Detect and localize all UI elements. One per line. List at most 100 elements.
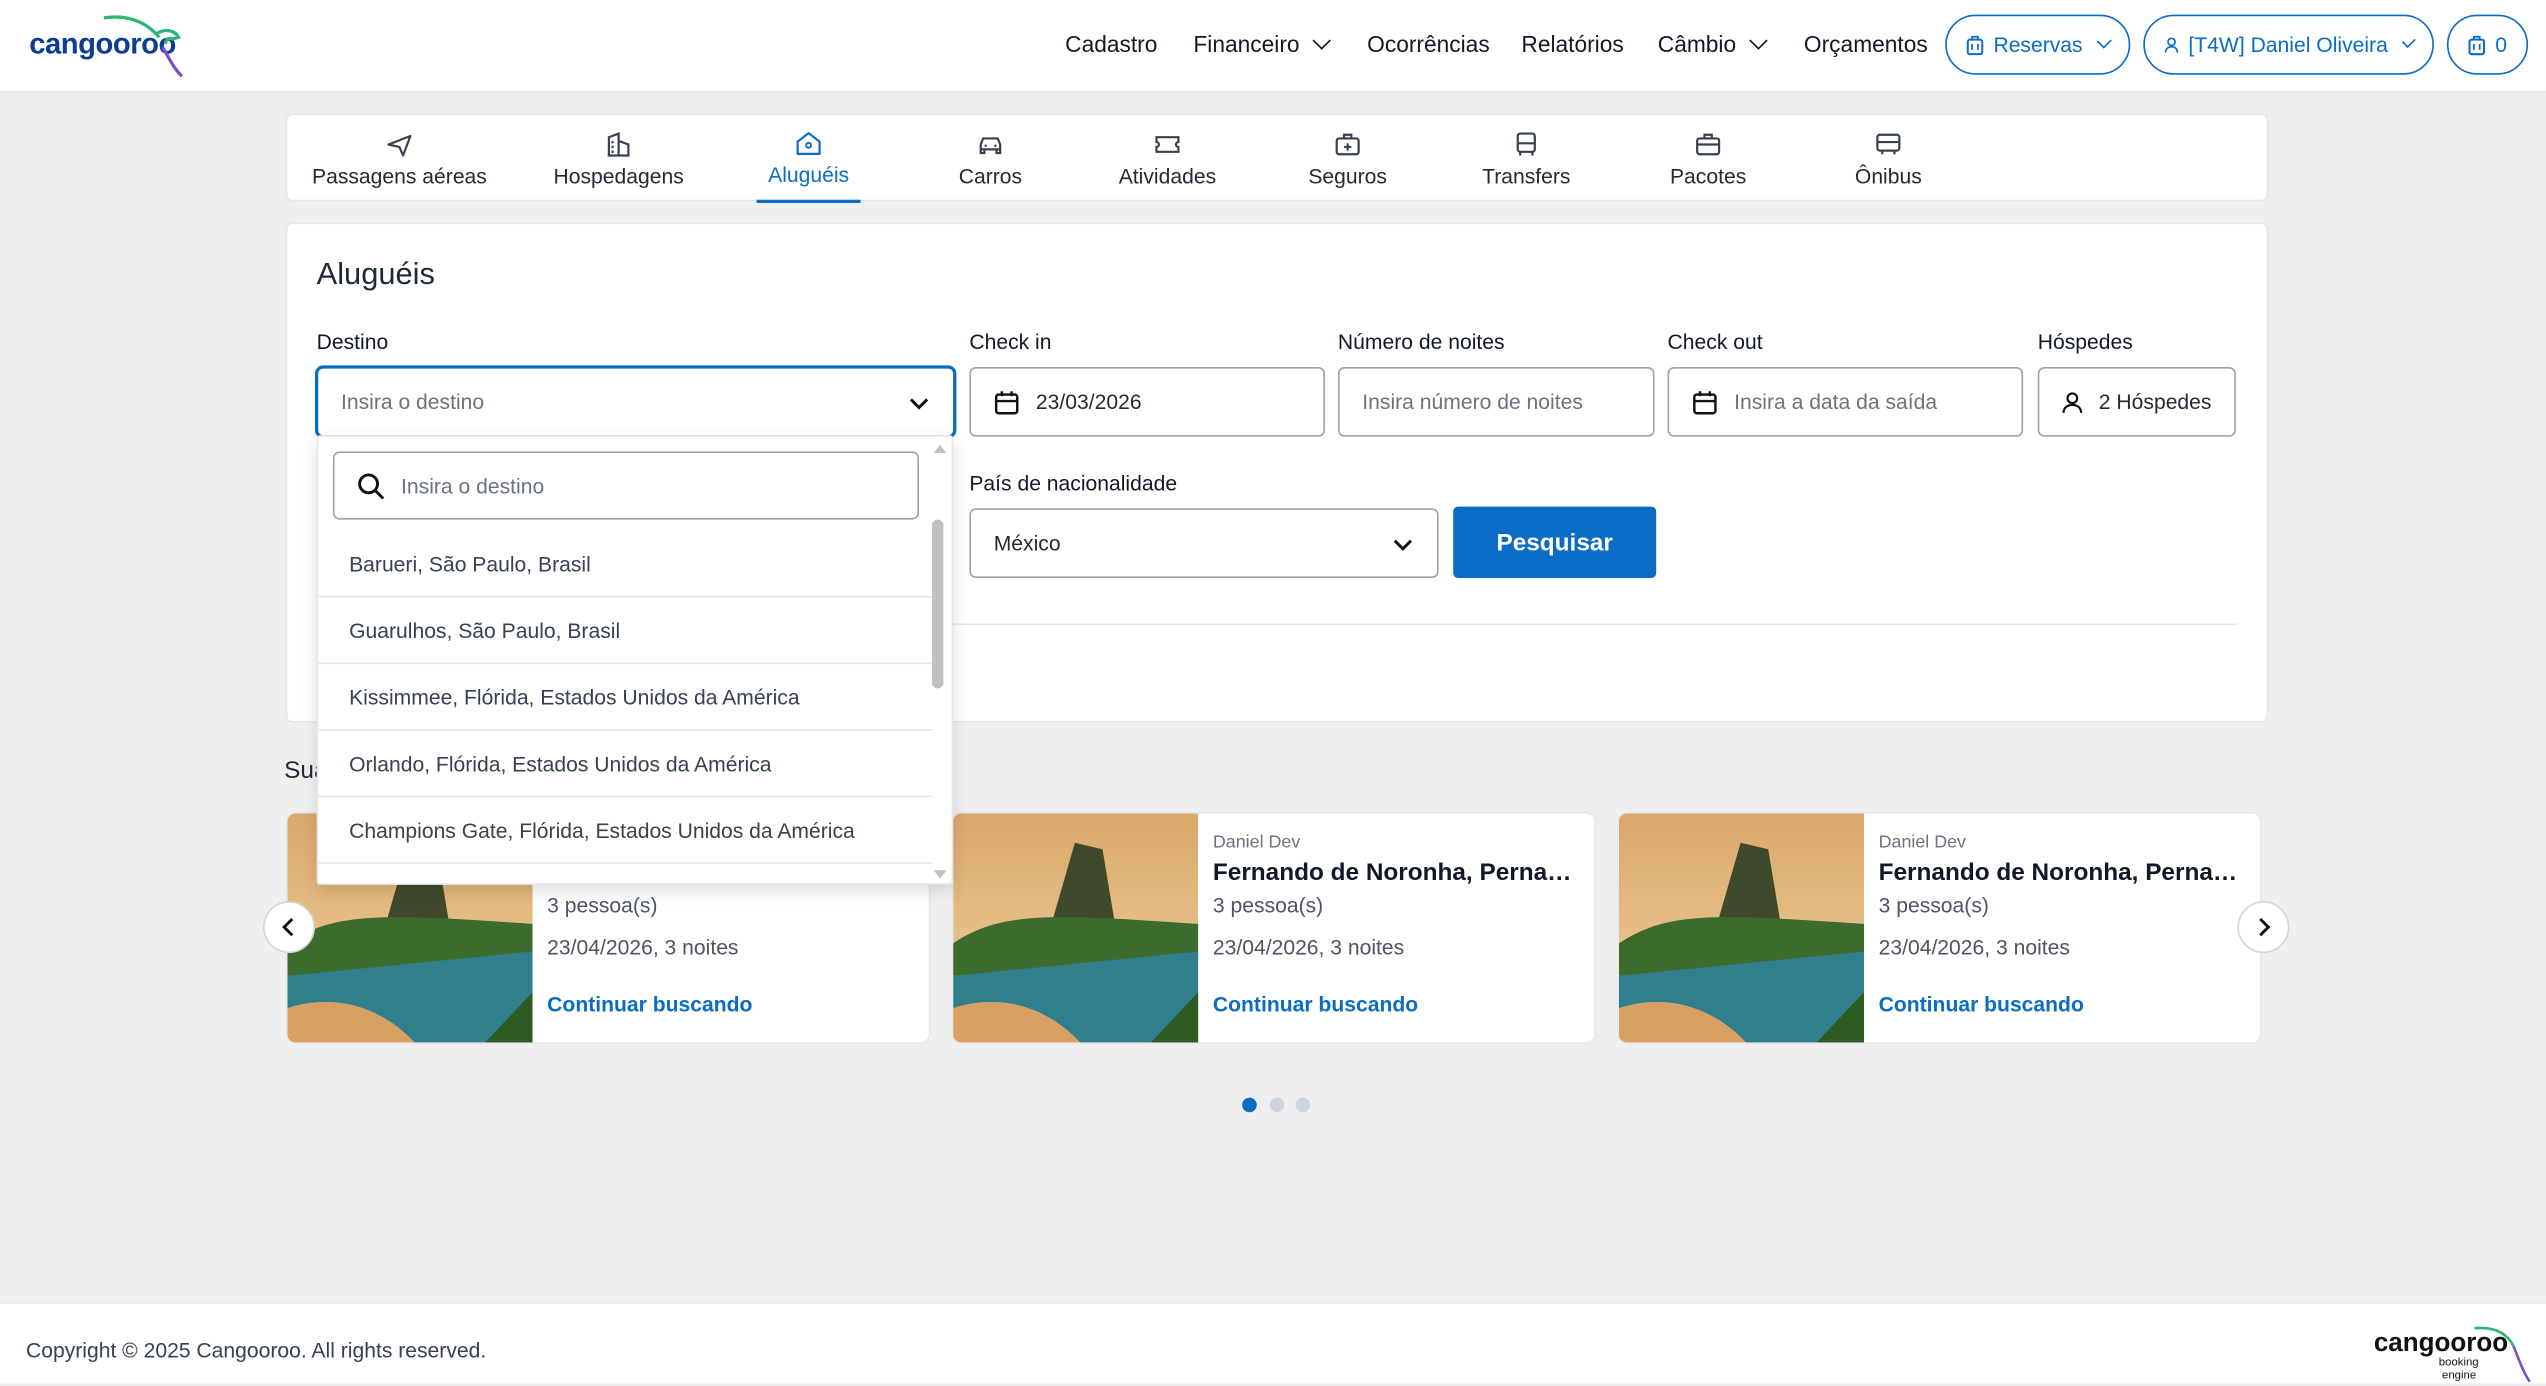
chevron-down-icon [1749,31,1769,50]
hospedes-value: 2 Hóspedes [2098,389,2212,415]
recent-card[interactable]: Daniel Dev Fernando de Noronha, Pernam..… [1617,811,2262,1045]
tab-label: Transfers [1482,163,1571,189]
card-dates: 23/04/2026, 3 noites [1878,935,2070,960]
tab-onibus[interactable]: Ônibus [1843,115,1934,203]
card-people: 3 pessoa(s) [1878,893,1989,918]
tab-label: Ônibus [1854,163,1922,189]
dropdown-scroll-thumb[interactable] [932,519,944,689]
tab-passagens-aereas[interactable]: Passagens aéreas [310,115,489,203]
tab-carros[interactable]: Carros [942,115,1039,203]
checkin-label: Check in [969,329,1052,354]
destino-dropdown: Insira o destino Barueri, São Paulo, Bra… [316,435,954,885]
nav-relatorios[interactable]: Relatórios [1521,31,1623,57]
destination-option[interactable]: Barueri, São Paulo, Brasil [318,531,933,598]
checkin-value: 23/03/2026 [1035,389,1142,415]
product-tabs: Passagens aéreas Hospedagens Aluguéis Ca… [285,113,2269,203]
cart-luggage-icon [2468,35,2486,55]
carousel-dot-3[interactable] [1295,1097,1311,1113]
recent-card[interactable]: Daniel Dev Fernando de Noronha, Pernam..… [951,811,1597,1045]
destination-option[interactable]: Guarulhos, São Paulo, Brasil [318,598,933,665]
destino-placeholder: Insira o destino [340,389,485,415]
car-icon [979,137,1002,155]
copyright-text: Copyright © 2025 Cangooroo. All rights r… [25,1337,487,1363]
option-label: Barueri, São Paulo, Brasil [349,551,591,576]
carousel-prev-button[interactable] [263,901,315,954]
dropdown-scrollbar[interactable] [932,437,948,884]
tab-seguros[interactable]: Seguros [1299,115,1396,203]
destino-select[interactable]: Insira o destino [316,366,955,437]
tab-hospedagens[interactable]: Hospedagens [544,115,693,203]
dropdown-search-input[interactable]: Insira o destino [332,451,920,520]
nav-cadastro[interactable]: Cadastro [1065,31,1157,57]
chevron-down-icon [2096,33,2112,50]
cangooroo-logo[interactable]: cangooroo [29,11,184,79]
carousel-next-button[interactable] [2237,901,2290,954]
chevron-down-icon [2401,34,2416,49]
nav-financeiro[interactable]: Financeiro [1193,31,1332,57]
carousel-dot-1[interactable] [1242,1097,1257,1113]
checkin-field[interactable]: 23/03/2026 [969,366,1325,437]
chevron-left-icon [282,917,294,937]
card-destination: Fernando de Noronha, Pernam... [1212,858,1579,887]
house-icon [796,132,821,155]
bus-front-icon [1516,132,1536,156]
scroll-up-arrow-icon[interactable] [932,442,948,455]
plane-icon [387,134,412,157]
tab-alugueis[interactable]: Aluguéis [756,115,861,203]
kangaroo-logo-icon [2474,1326,2531,1383]
page-footer: Copyright © 2025 Cangooroo. All rights r… [0,1302,2546,1384]
tab-atividades[interactable]: Atividades [1111,115,1225,203]
continuar-buscando-link[interactable]: Continuar buscando [1879,992,2084,1016]
tab-label: Passagens aéreas [312,163,487,189]
tab-transfers[interactable]: Transfers [1474,115,1578,203]
destination-option[interactable]: Champions Gate, Flórida, Estados Unidos … [318,797,933,864]
carousel-dot-2[interactable] [1269,1097,1285,1113]
cart-button[interactable]: 0 [2446,14,2529,75]
nav-cambio[interactable]: Câmbio [1658,31,1769,57]
medkit-icon [1335,133,1360,156]
noites-input[interactable]: Insira número de noites [1337,366,1655,437]
chevron-down-icon [1313,31,1332,50]
option-label: Guarulhos, São Paulo, Brasil [349,617,621,643]
luggage-icon [1966,35,1984,55]
noites-label: Número de noites [1337,329,1505,354]
continuar-buscando-link[interactable]: Continuar buscando [547,992,752,1016]
page-title: Aluguéis [316,258,435,293]
tab-pacotes[interactable]: Pacotes [1659,115,1756,203]
hospedes-field[interactable]: 2 Hóspedes [2037,366,2236,437]
search-icon [358,472,385,499]
destination-option[interactable]: Kissimmee, Flórida, Estados Unidos da Am… [318,664,933,731]
option-label: Champions Gate, Flórida, Estados Unidos … [349,817,855,842]
reservas-button[interactable]: Reservas [1945,14,2131,75]
pais-label: País de nacionalidade [969,470,1178,496]
card-people: 3 pessoa(s) [547,893,658,918]
continuar-buscando-link[interactable]: Continuar buscando [1213,992,1418,1016]
top-header: cangooroo Cadastro Financeiro Ocorrência… [0,0,2546,93]
briefcase-icon [1696,133,1721,156]
calendar-icon [994,390,1019,414]
pais-value: México [993,530,1061,556]
user-label: [T4W] Daniel Oliveira [2188,32,2388,57]
checkout-field[interactable]: Insira a data da saída [1667,366,2024,437]
tab-label: Pacotes [1669,163,1747,189]
tab-label: Carros [958,163,1023,189]
chevron-down-icon [1393,538,1413,551]
building-icon [607,131,630,157]
nav-orcamentos[interactable]: Orçamentos [1804,31,1928,57]
pais-select[interactable]: México [969,508,1439,579]
bus-icon [1876,133,1901,155]
option-label: Kissimmee, Flórida, Estados Unidos da Am… [349,684,800,709]
scroll-down-arrow-icon[interactable] [932,869,948,882]
tab-label: Hospedagens [553,163,684,189]
card-user: Daniel Dev [1878,832,1966,853]
tab-label: Seguros [1308,163,1387,189]
option-label: Orlando, Flórida, Estados Unidos da Amér… [349,750,772,776]
pesquisar-button[interactable]: Pesquisar [1453,506,1657,579]
kangaroo-logo-icon [103,15,184,78]
nav-ocorrencias[interactable]: Ocorrências [1367,31,1490,57]
user-menu-button[interactable]: [T4W] Daniel Oliveira [2143,14,2434,75]
destination-option[interactable]: Orlando, Flórida, Estados Unidos da Amér… [318,731,933,798]
chevron-down-icon [909,397,929,409]
tab-label: Atividades [1118,163,1217,189]
ticket-icon [1155,136,1180,153]
